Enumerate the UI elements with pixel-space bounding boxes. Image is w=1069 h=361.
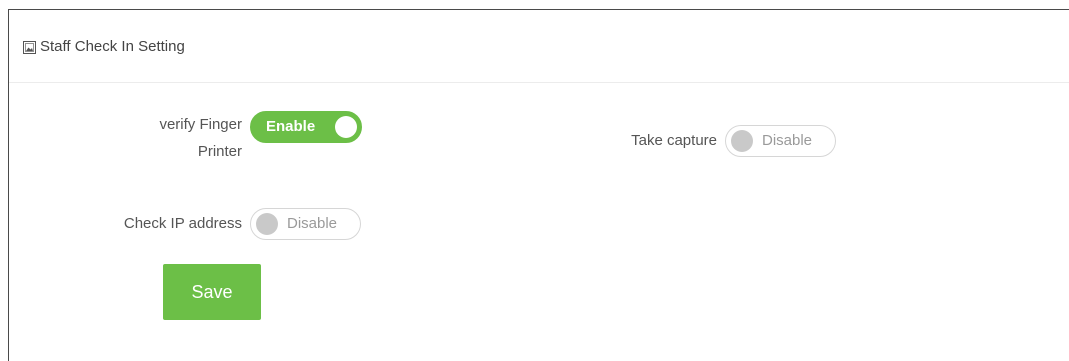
check-ip-address-toggle[interactable]: Disable <box>250 208 361 240</box>
take-capture-toggle-text: Disable <box>762 132 813 149</box>
verify-finger-printer-toggle-text: Enable <box>266 118 316 135</box>
verify-finger-printer-label: verify Finger Printer <box>129 114 242 163</box>
staff-check-in-setting-panel: Staff Check In Setting verify Finger Pri… <box>8 9 1069 361</box>
verify-finger-printer-toggle[interactable]: Enable <box>250 111 362 143</box>
verify-finger-printer-label-line2: Printer <box>197 143 242 160</box>
take-capture-toggle[interactable]: Disable <box>725 125 836 157</box>
toggle-knob <box>256 213 278 235</box>
save-button[interactable]: Save <box>163 264 261 320</box>
panel-header: Staff Check In Setting <box>9 10 1069 83</box>
check-ip-address-label: Check IP address <box>123 215 242 232</box>
toggle-knob <box>731 130 753 152</box>
panel-title: Staff Check In Setting <box>40 38 185 55</box>
take-capture-label: Take capture <box>631 132 717 149</box>
toggle-knob <box>335 116 357 138</box>
check-ip-address-toggle-text: Disable <box>287 215 338 232</box>
verify-finger-printer-label-line1: verify Finger <box>159 116 242 133</box>
image-icon <box>23 41 36 54</box>
